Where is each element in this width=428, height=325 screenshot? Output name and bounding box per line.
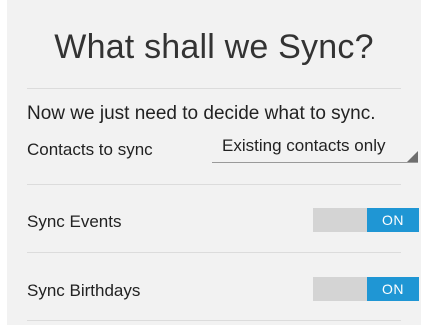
sync-birthdays-label: Sync Birthdays — [27, 281, 141, 300]
page-title: What shall we Sync? — [54, 28, 374, 66]
intro-text: Now we just need to decide what to sync. — [27, 103, 376, 124]
sync-settings-panel: What shall we Sync? Now we just need to … — [7, 0, 421, 325]
divider — [27, 252, 401, 253]
sync-events-label: Sync Events — [27, 212, 122, 231]
dropdown-arrow-icon — [407, 151, 418, 162]
contacts-to-sync-dropdown[interactable]: Existing contacts only — [212, 136, 418, 163]
divider — [27, 184, 401, 185]
divider — [27, 320, 401, 321]
contacts-to-sync-value: Existing contacts only — [222, 136, 386, 155]
sync-birthdays-toggle[interactable]: ON — [313, 277, 419, 301]
sync-events-toggle[interactable]: ON — [313, 208, 419, 232]
divider — [27, 88, 401, 89]
contacts-to-sync-label: Contacts to sync — [27, 140, 153, 159]
sync-birthdays-toggle-state: ON — [367, 277, 419, 301]
sync-events-toggle-state: ON — [367, 208, 419, 232]
